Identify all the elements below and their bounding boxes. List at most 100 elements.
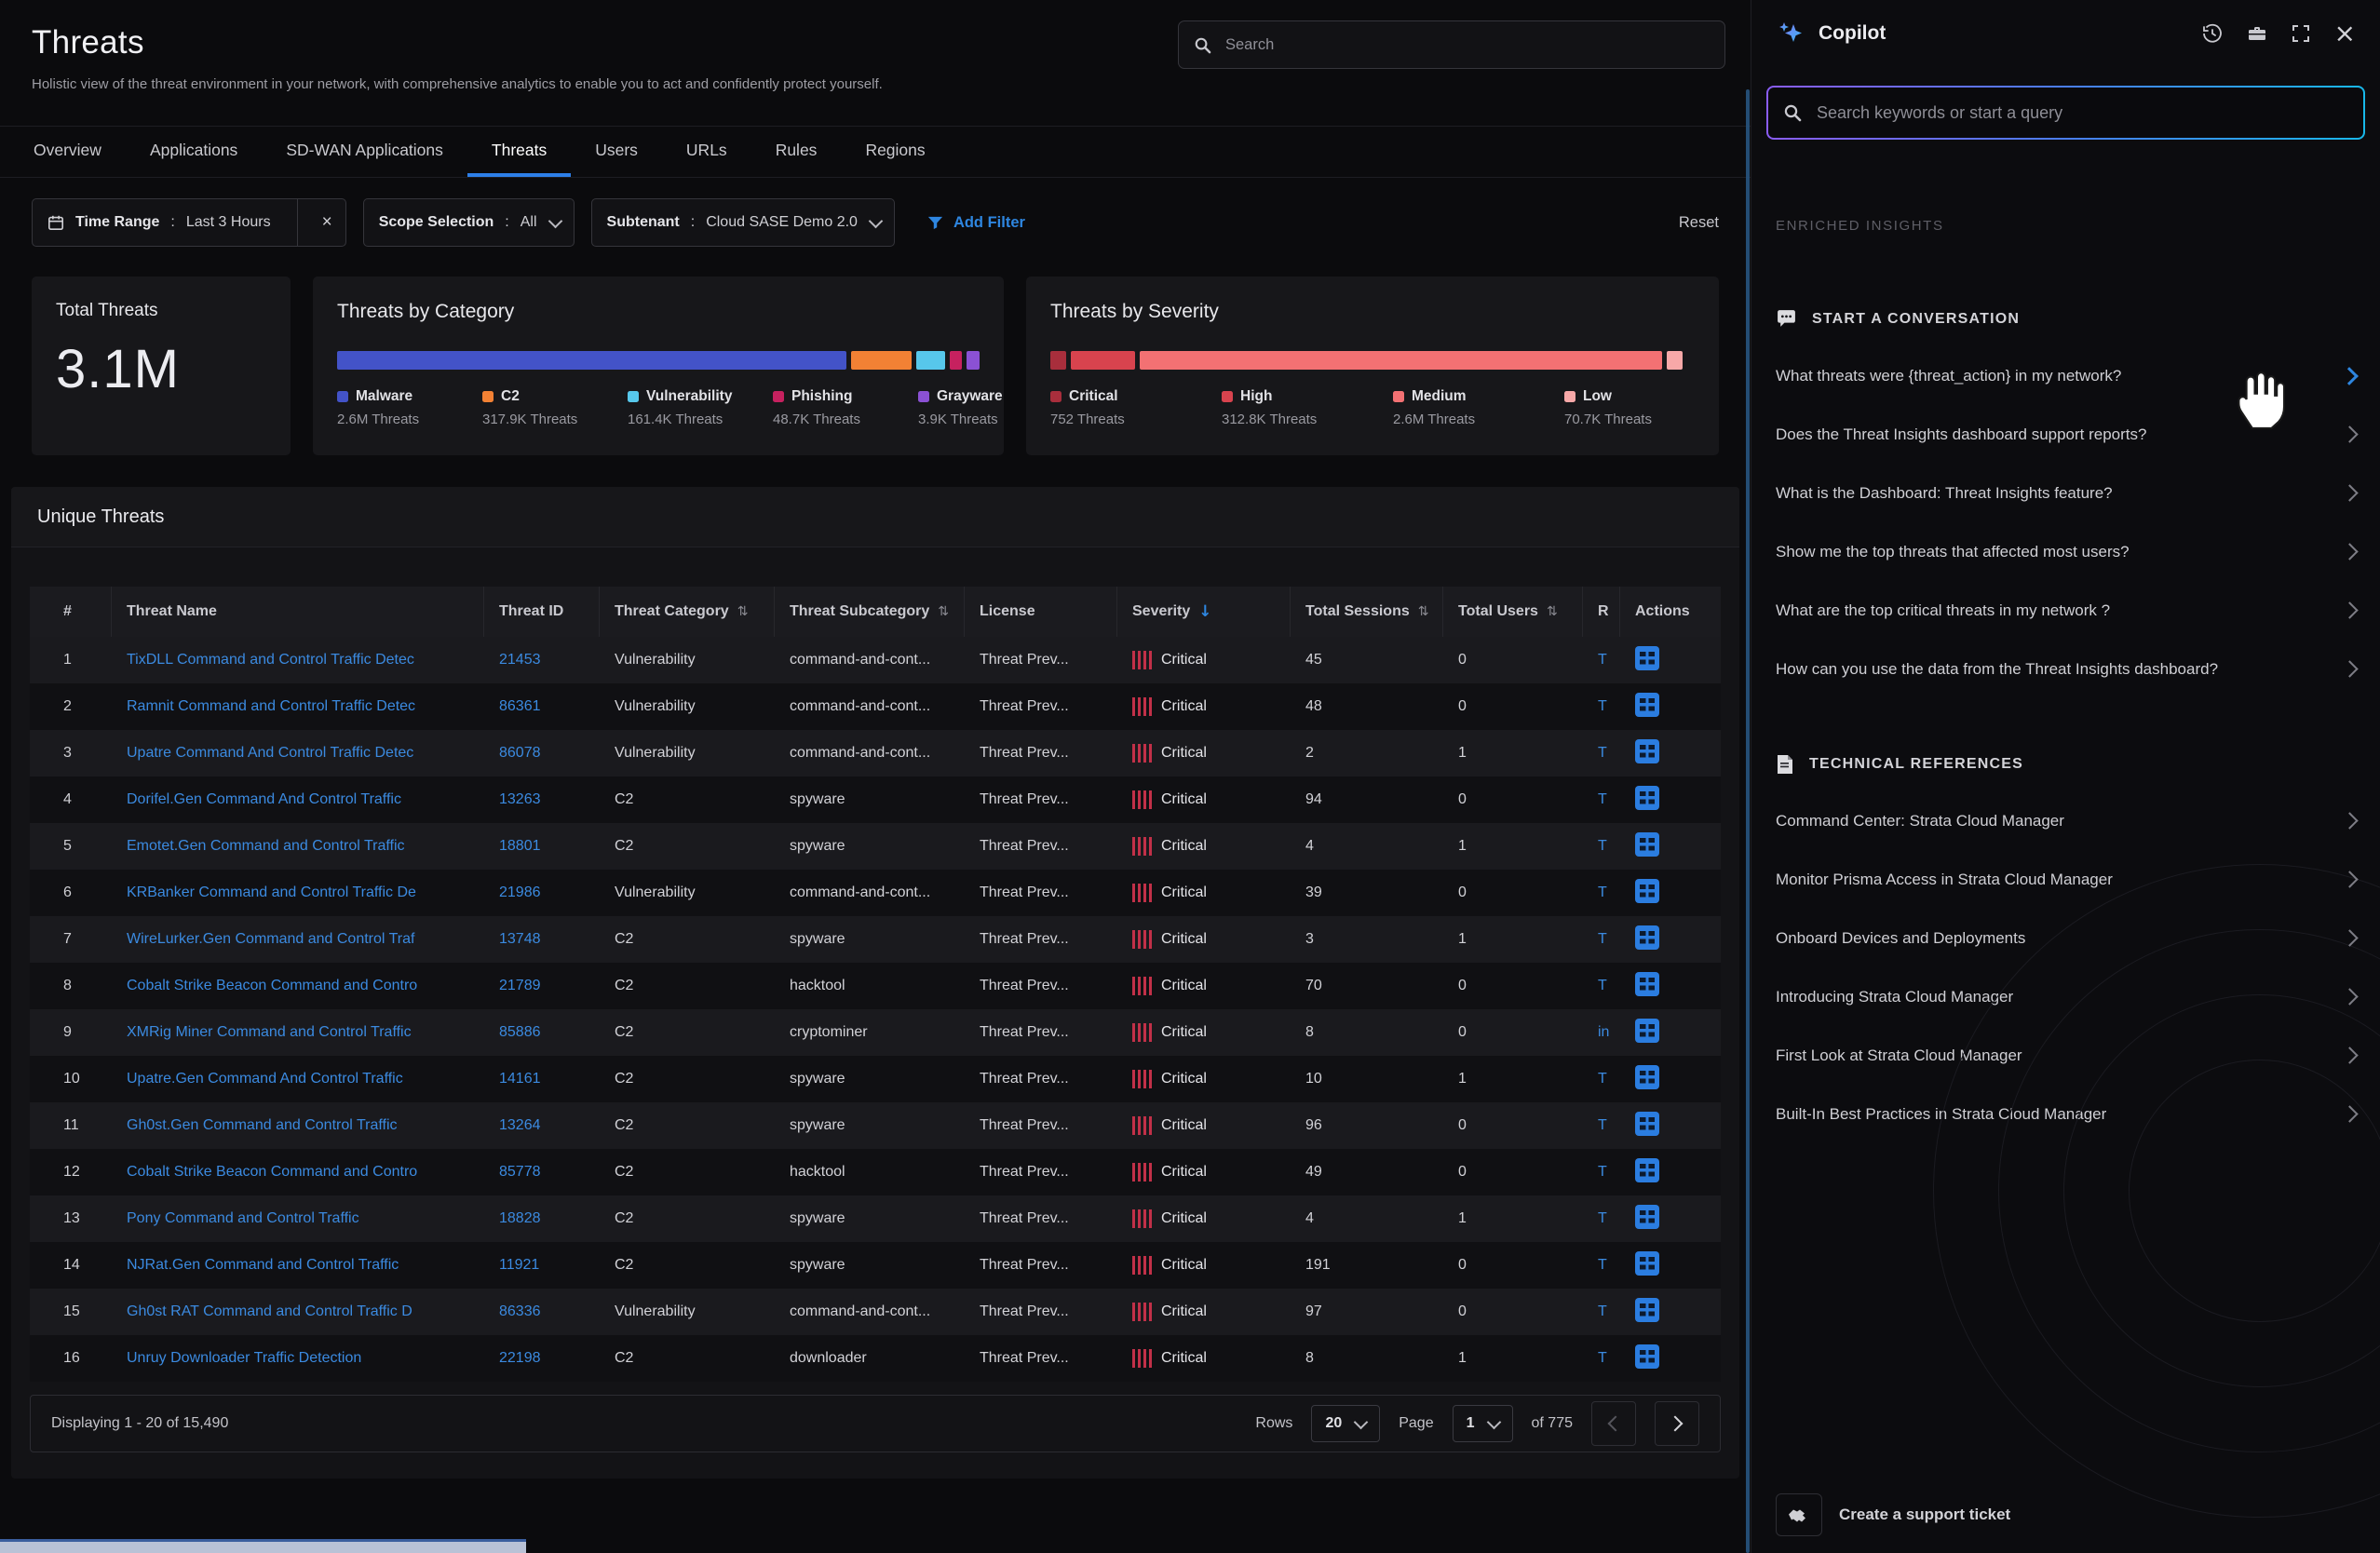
threat-name-link[interactable]: Unruy Downloader Traffic Detection bbox=[127, 1350, 361, 1366]
actions-grid-icon[interactable] bbox=[1635, 1251, 1659, 1276]
copilot-search[interactable] bbox=[1766, 86, 2365, 140]
copilot-search-input[interactable] bbox=[1815, 102, 2348, 124]
sort-icon[interactable]: ⇅ bbox=[737, 604, 749, 619]
report-link[interactable]: T bbox=[1598, 931, 1607, 947]
threat-name-link[interactable]: Cobalt Strike Beacon Command and Contro bbox=[127, 978, 417, 993]
threat-name-link[interactable]: Upatre.Gen Command And Control Traffic bbox=[127, 1071, 403, 1087]
support-ticket-button[interactable] bbox=[1776, 1493, 1822, 1536]
report-link[interactable]: T bbox=[1598, 1350, 1607, 1366]
threat-id-link[interactable]: 18828 bbox=[499, 1210, 541, 1226]
actions-grid-icon[interactable] bbox=[1635, 1344, 1659, 1369]
threat-name-link[interactable]: Upatre Command And Control Traffic Detec bbox=[127, 745, 413, 761]
close-icon[interactable]: × bbox=[2334, 20, 2356, 47]
actions-grid-icon[interactable] bbox=[1635, 1205, 1659, 1229]
report-link[interactable]: T bbox=[1598, 791, 1607, 807]
tab[interactable]: Applications bbox=[126, 127, 262, 177]
actions-grid-icon[interactable] bbox=[1635, 693, 1659, 717]
actions-grid-icon[interactable] bbox=[1635, 646, 1659, 670]
threat-name-link[interactable]: Cobalt Strike Beacon Command and Contro bbox=[127, 1164, 417, 1180]
global-search[interactable] bbox=[1178, 20, 1725, 69]
col-total-users[interactable]: Total Users⇅ bbox=[1443, 587, 1583, 637]
threat-id-link[interactable]: 21986 bbox=[499, 885, 541, 900]
threat-name-link[interactable]: Gh0st.Gen Command and Control Traffic bbox=[127, 1117, 398, 1133]
report-link[interactable]: T bbox=[1598, 1210, 1607, 1226]
next-page-button[interactable] bbox=[1655, 1401, 1699, 1446]
rows-per-page-select[interactable]: 20 bbox=[1311, 1405, 1380, 1442]
report-link[interactable]: T bbox=[1598, 1257, 1607, 1273]
filter-scope[interactable]: Scope Selection : All bbox=[363, 198, 575, 247]
threat-id-link[interactable]: 86336 bbox=[499, 1303, 541, 1319]
report-link[interactable]: T bbox=[1598, 652, 1607, 668]
threat-name-link[interactable]: KRBanker Command and Control Traffic De bbox=[127, 885, 416, 900]
reset-button[interactable]: Reset bbox=[1679, 214, 1719, 232]
reference-item[interactable]: Built-In Best Practices in Strata Cloud … bbox=[1751, 1085, 2380, 1143]
threat-id-link[interactable]: 86361 bbox=[499, 698, 541, 714]
threat-name-link[interactable]: XMRig Miner Command and Control Traffic bbox=[127, 1024, 412, 1040]
tab[interactable]: Regions bbox=[841, 127, 949, 177]
col-threat-subcategory[interactable]: Threat Subcategory⇅ bbox=[775, 587, 965, 637]
report-link[interactable]: T bbox=[1598, 885, 1607, 900]
tab[interactable]: SD-WAN Applications bbox=[262, 127, 467, 177]
vertical-scrollbar[interactable] bbox=[1746, 89, 1750, 1553]
sort-icon[interactable]: ⇅ bbox=[938, 604, 949, 619]
threat-name-link[interactable]: Ramnit Command and Control Traffic Detec bbox=[127, 698, 415, 714]
reference-item[interactable]: Onboard Devices and Deployments bbox=[1751, 909, 2380, 967]
remove-filter-icon[interactable]: × bbox=[309, 212, 345, 233]
report-link[interactable]: T bbox=[1598, 838, 1607, 854]
sort-icon[interactable]: ⇅ bbox=[1418, 604, 1429, 619]
conversation-item[interactable]: Show me the top threats that affected mo… bbox=[1751, 522, 2380, 581]
actions-grid-icon[interactable] bbox=[1635, 786, 1659, 810]
col-severity[interactable]: Severity↓ bbox=[1117, 587, 1291, 637]
threat-id-link[interactable]: 86078 bbox=[499, 745, 541, 761]
report-link[interactable]: in bbox=[1598, 1024, 1609, 1040]
filter-time-range[interactable]: Time Range : Last 3 Hours × bbox=[32, 198, 346, 247]
actions-grid-icon[interactable] bbox=[1635, 1112, 1659, 1136]
report-link[interactable]: T bbox=[1598, 978, 1607, 993]
filter-subtenant[interactable]: Subtenant : Cloud SASE Demo 2.0 bbox=[591, 198, 895, 247]
reference-item[interactable]: Monitor Prisma Access in Strata Cloud Ma… bbox=[1751, 850, 2380, 909]
threat-id-link[interactable]: 85886 bbox=[499, 1024, 541, 1040]
report-link[interactable]: T bbox=[1598, 1164, 1607, 1180]
threat-id-link[interactable]: 21453 bbox=[499, 652, 541, 668]
threat-id-link[interactable]: 11921 bbox=[499, 1257, 539, 1273]
actions-grid-icon[interactable] bbox=[1635, 1298, 1659, 1322]
expand-icon[interactable] bbox=[2292, 24, 2310, 43]
sort-icon[interactable]: ⇅ bbox=[1547, 604, 1558, 619]
horizontal-scrollbar[interactable] bbox=[0, 1539, 526, 1553]
tab[interactable]: Overview bbox=[9, 127, 126, 177]
threat-id-link[interactable]: 14161 bbox=[499, 1071, 541, 1087]
conversation-item[interactable]: What are the top critical threats in my … bbox=[1751, 581, 2380, 640]
conversation-item[interactable]: Does the Threat Insights dashboard suppo… bbox=[1751, 405, 2380, 464]
threat-name-link[interactable]: NJRat.Gen Command and Control Traffic bbox=[127, 1257, 399, 1273]
tab[interactable]: Users bbox=[571, 127, 662, 177]
actions-grid-icon[interactable] bbox=[1635, 1158, 1659, 1182]
search-input[interactable] bbox=[1224, 35, 1710, 55]
reference-item[interactable]: First Look at Strata Cloud Manager bbox=[1751, 1026, 2380, 1085]
report-link[interactable]: T bbox=[1598, 1071, 1607, 1087]
threat-id-link[interactable]: 21789 bbox=[499, 978, 541, 993]
actions-grid-icon[interactable] bbox=[1635, 832, 1659, 857]
threat-id-link[interactable]: 13264 bbox=[499, 1117, 541, 1133]
actions-grid-icon[interactable] bbox=[1635, 1065, 1659, 1089]
col-threat-category[interactable]: Threat Category⇅ bbox=[600, 587, 775, 637]
conversation-item[interactable]: How can you use the data from the Threat… bbox=[1751, 640, 2380, 698]
add-filter-button[interactable]: Add Filter bbox=[926, 214, 1025, 232]
report-link[interactable]: T bbox=[1598, 698, 1607, 714]
tab[interactable]: URLs bbox=[662, 127, 751, 177]
tab[interactable]: Rules bbox=[751, 127, 842, 177]
conversation-item[interactable]: What is the Dashboard: Threat Insights f… bbox=[1751, 464, 2380, 522]
report-link[interactable]: T bbox=[1598, 1303, 1607, 1319]
actions-grid-icon[interactable] bbox=[1635, 925, 1659, 950]
history-icon[interactable] bbox=[2202, 23, 2223, 44]
threat-name-link[interactable]: Dorifel.Gen Command And Control Traffic bbox=[127, 791, 401, 807]
sort-desc-icon[interactable]: ↓ bbox=[1198, 602, 1211, 621]
threat-id-link[interactable]: 18801 bbox=[499, 838, 541, 854]
tab[interactable]: Threats bbox=[467, 127, 571, 177]
briefcase-icon[interactable] bbox=[2247, 23, 2267, 44]
threat-id-link[interactable]: 13748 bbox=[499, 931, 541, 947]
report-link[interactable]: T bbox=[1598, 1117, 1607, 1133]
actions-grid-icon[interactable] bbox=[1635, 972, 1659, 996]
threat-id-link[interactable]: 13263 bbox=[499, 791, 541, 807]
threat-name-link[interactable]: WireLurker.Gen Command and Control Traf bbox=[127, 931, 414, 947]
actions-grid-icon[interactable] bbox=[1635, 879, 1659, 903]
